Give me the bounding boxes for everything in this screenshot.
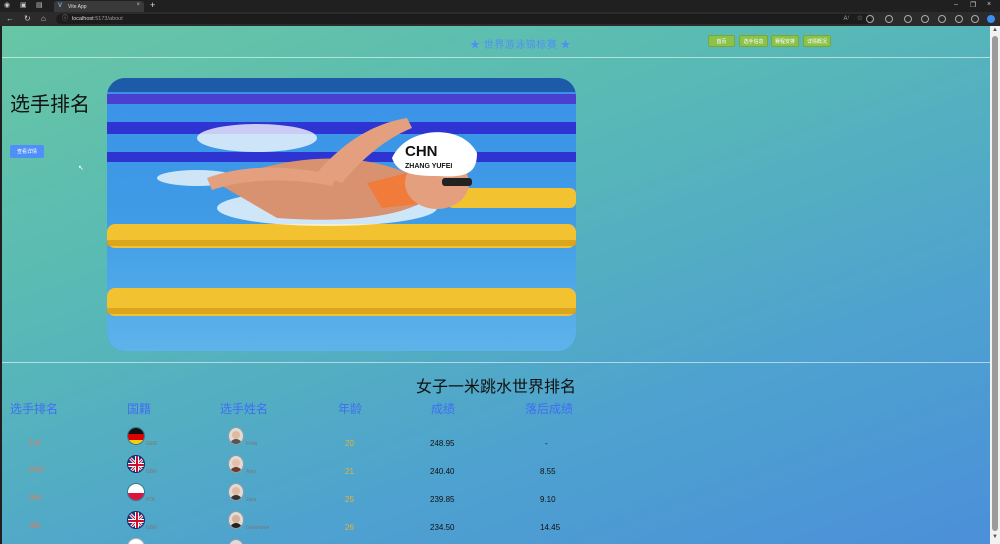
player-avatar — [228, 427, 244, 445]
player-avatar — [228, 539, 244, 544]
page-heading: 选手排名 — [10, 94, 90, 116]
browser-window: ◉ ▣ ▤ V Vite App × + – ❐ × ← ↻ ⌂ ⓘ local… — [0, 0, 1000, 544]
refresh-icon[interactable]: ↻ — [24, 14, 31, 23]
browser-menu-icon[interactable]: ◉ — [4, 1, 10, 9]
back-icon[interactable]: ← — [6, 14, 14, 23]
behind-cell: 9.10 — [540, 495, 556, 504]
player-name: Julia — [246, 497, 257, 503]
scroll-up-icon[interactable]: ▲ — [992, 27, 998, 33]
score-cell: 239.85 — [430, 495, 455, 504]
restore-icon[interactable]: ❐ — [970, 1, 976, 9]
behind-cell: - — [545, 439, 548, 448]
country-code: POL — [146, 497, 157, 503]
browser-essentials-icon[interactable] — [938, 15, 946, 23]
vite-favicon-icon: V — [58, 3, 63, 9]
split-screen-icon[interactable] — [904, 15, 912, 23]
rank-cell: 1st — [29, 437, 41, 447]
page-viewport: ★ 世界游泳锦标赛 ★ 首页 选手信息 赛程安排 详情概况 选手排名 查看详情 … — [2, 26, 990, 544]
ranking-table-title: 女子一米跳水世界排名 — [415, 379, 576, 396]
age-cell: 26 — [345, 523, 354, 532]
close-window-icon[interactable]: × — [987, 1, 991, 8]
section-divider — [2, 362, 990, 363]
url-host: localhost — [72, 16, 94, 22]
flag-uk-icon — [127, 511, 145, 529]
nav-button-home[interactable]: 首页 — [708, 35, 735, 47]
column-header-name: 选手姓名 — [220, 402, 269, 416]
country-code: GER — [146, 441, 157, 447]
info-icon[interactable]: ⓘ — [62, 14, 68, 24]
behind-cell: 14.45 — [540, 523, 561, 532]
minimize-icon[interactable]: – — [954, 1, 958, 8]
column-header-age: 年龄 — [338, 402, 363, 416]
scrollbar-thumb[interactable] — [992, 36, 998, 531]
nav-button-players[interactable]: 选手信息 — [739, 35, 768, 47]
score-cell: 248.95 — [430, 439, 455, 448]
union-jack-icon — [128, 512, 144, 528]
collections-icon[interactable] — [885, 15, 893, 23]
flag-poland-icon — [127, 483, 145, 501]
tab-bar: ◉ ▣ ▤ V Vite App × + – ❐ × — [0, 0, 1000, 12]
player-name: Frida — [246, 441, 258, 447]
nav-button-schedule[interactable]: 赛程安排 — [771, 35, 799, 47]
close-tab-icon[interactable]: × — [136, 2, 140, 8]
favorites-icon[interactable] — [921, 15, 929, 23]
copilot-icon[interactable] — [987, 15, 995, 23]
home-icon[interactable]: ⌂ — [41, 14, 46, 23]
read-aloud-icon[interactable]: A⁾ — [844, 14, 849, 24]
tab-title: Vite App — [68, 3, 87, 10]
tab-vite-app[interactable]: V Vite App × — [54, 1, 144, 12]
page-scrollbar[interactable]: ▲ ▼ — [990, 26, 1000, 544]
view-details-button[interactable]: 查看详情 — [10, 145, 44, 158]
scroll-down-icon[interactable]: ▼ — [992, 534, 998, 540]
site-title: ★ 世界游泳锦标赛 ★ — [470, 40, 572, 51]
swimmer-illustration: CHN ZHANG YUFEI — [107, 78, 576, 351]
country-code: GBR — [146, 469, 157, 475]
rank-cell: 3rd — [29, 492, 42, 502]
new-tab-button[interactable]: + — [150, 0, 155, 10]
header-divider — [2, 57, 990, 58]
swimmer-photo: CHN ZHANG YUFEI — [107, 78, 576, 351]
column-header-behind: 落后成绩 — [525, 402, 574, 416]
nav-button-details[interactable]: 详情概况 — [803, 35, 831, 47]
rank-cell: 2nd — [29, 464, 44, 474]
cap-name: ZHANG YUFEI — [405, 163, 452, 170]
player-name: Amy — [246, 469, 256, 475]
player-name: Grashame — [246, 525, 270, 531]
column-header-rank: 选手排名 — [10, 402, 59, 416]
flag-uk-icon — [127, 455, 145, 473]
player-avatar — [228, 455, 244, 473]
behind-cell: 8.55 — [540, 467, 556, 476]
column-header-score: 成绩 — [431, 402, 456, 416]
age-cell: 21 — [345, 467, 354, 476]
cap-text: CHN — [405, 143, 438, 160]
age-cell: 20 — [345, 439, 354, 448]
union-jack-icon — [128, 456, 144, 472]
score-cell: 234.50 — [430, 523, 455, 532]
country-code: GBR — [146, 525, 157, 531]
rank-cell: 4th — [29, 520, 41, 530]
extension-icon[interactable] — [866, 15, 874, 23]
favorite-star-icon[interactable]: ☆ — [857, 14, 863, 24]
address-toolbar: ← ↻ ⌂ ⓘ localhost:5173/about A⁾ ☆ — [0, 12, 1000, 26]
player-avatar — [228, 483, 244, 501]
tab-actions-icon[interactable]: ▤ — [36, 1, 43, 9]
more-options-icon[interactable] — [971, 15, 979, 23]
mouse-cursor-icon: ↖ — [78, 165, 84, 172]
score-cell: 240.40 — [430, 467, 455, 476]
age-cell: 25 — [345, 495, 354, 504]
workspaces-icon[interactable]: ▣ — [20, 1, 27, 9]
feedback-icon[interactable] — [955, 15, 963, 23]
flag-partial-icon — [127, 538, 145, 544]
address-bar[interactable]: ⓘ localhost:5173/about A⁾ ☆ — [56, 14, 871, 24]
player-avatar — [228, 511, 244, 529]
url-path: :5173/about — [93, 16, 123, 22]
column-header-country: 国籍 — [127, 402, 152, 416]
flag-germany-icon — [127, 427, 145, 445]
